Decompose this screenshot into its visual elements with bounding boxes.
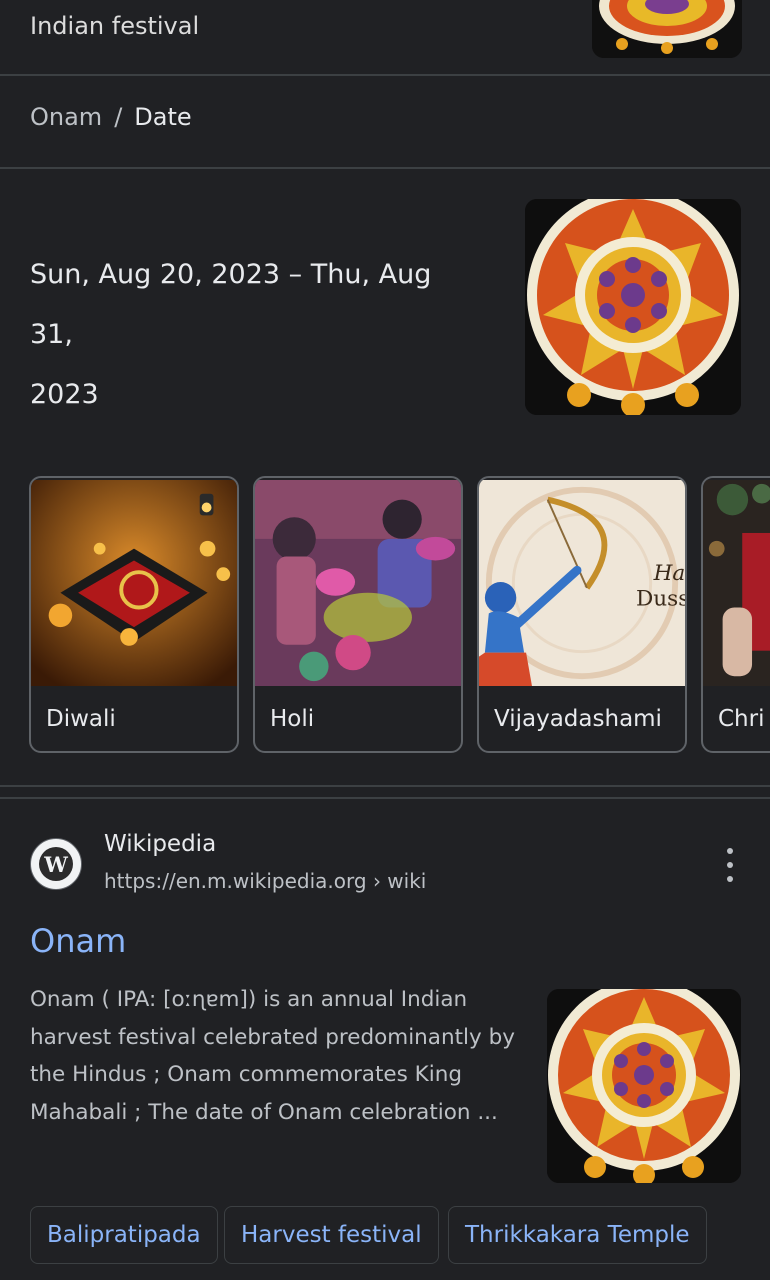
holi-image (255, 480, 461, 686)
section-divider (0, 797, 770, 799)
more-dot (727, 848, 733, 854)
wikipedia-logo-letter: W (39, 847, 73, 881)
vijayadashami-image: Hap Duss (479, 480, 685, 686)
search-results-page: Indian festival Onam / Date Sun, Aug 20,… (0, 0, 770, 1280)
more-options-icon[interactable] (720, 848, 740, 882)
onam-thumbnail[interactable] (592, 0, 742, 58)
festival-card-label: Vijayadashami (494, 706, 662, 732)
section-divider (0, 785, 770, 787)
section-divider (0, 167, 770, 169)
festival-card-holi[interactable]: Holi (253, 476, 463, 753)
related-chip-harvest-festival[interactable]: Harvest festival (224, 1206, 439, 1264)
festival-card-label: Holi (270, 706, 315, 732)
breadcrumb-current: Date (134, 103, 192, 131)
breadcrumb-separator: / (114, 103, 123, 131)
result-title-link[interactable]: Onam (30, 922, 126, 960)
related-festivals-carousel[interactable]: Diwali Holi Ha Duss Vijayadashami Chri (29, 476, 770, 756)
breadcrumb: Onam / Date (30, 103, 192, 131)
card-image-text: Duss (636, 587, 685, 612)
section-divider (0, 74, 770, 76)
wikipedia-logo-icon: W (30, 838, 82, 890)
result-snippet: Onam ( IPA: [oːɳɐm]) is an annual Indian… (30, 987, 515, 1125)
date-answer: Sun, Aug 20, 2023 – Thu, Aug 31, 2023 (30, 245, 480, 425)
date-answer-line-2: 2023 (30, 379, 99, 410)
festival-card-label: Diwali (46, 706, 116, 732)
diwali-image (31, 480, 237, 686)
more-dot (727, 876, 733, 882)
pookalam-image[interactable] (525, 199, 741, 415)
result-thumbnail[interactable] (547, 989, 741, 1183)
result-url[interactable]: https://en.m.wikipedia.org › wiki (104, 869, 426, 893)
card-image-text: Hap (653, 561, 685, 586)
festival-card-diwali[interactable]: Diwali (29, 476, 239, 753)
more-dot (727, 862, 733, 868)
related-chip-balipratipada[interactable]: Balipratipada (30, 1206, 218, 1264)
related-chip-thrikkakara-temple[interactable]: Thrikkakara Temple (448, 1206, 707, 1264)
date-answer-line-1: Sun, Aug 20, 2023 – Thu, Aug 31, (30, 259, 432, 350)
festival-card-christmas[interactable]: Chri (701, 476, 770, 753)
festival-card-vijayadashami[interactable]: Hap Duss Vijayadashami (477, 476, 687, 753)
entity-subtitle: Indian festival (30, 12, 200, 40)
result-site-name[interactable]: Wikipedia (104, 831, 216, 857)
breadcrumb-parent[interactable]: Onam (30, 103, 102, 131)
festival-card-label: Chri (718, 706, 765, 732)
christmas-image (703, 480, 770, 686)
